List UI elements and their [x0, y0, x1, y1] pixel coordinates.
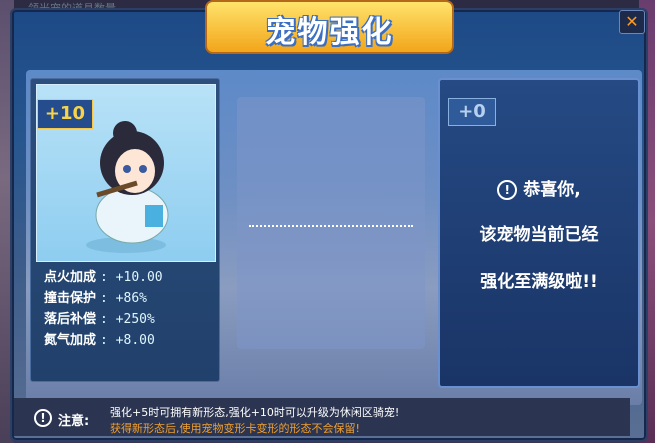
title-banner: 宠物强化 — [205, 0, 454, 54]
stat-row: 落后补偿: +250% — [44, 312, 155, 327]
stats-list: 点火加成: +10.00 撞击保护: +86% 落后补偿: +250% 氮气加成… — [44, 266, 163, 350]
pet-card-result: +0 ! 恭喜你, 该宠物当前已经 强化至满级啦!! — [438, 78, 640, 388]
notice-warning-text: 获得新形态后,使用宠物变形卡变形的形态不会保留! — [110, 422, 360, 435]
dialog-title: 宠物强化 — [265, 15, 394, 50]
max-level-message-line3: 强化至满级啦!! — [480, 272, 598, 292]
stat-row: 氮气加成: +8.00 — [44, 333, 155, 348]
notice-label: 注意: — [58, 414, 90, 429]
level-badge-current: +10 — [37, 99, 93, 129]
stat-row: 点火加成: +10.00 — [44, 270, 163, 285]
max-level-message-line2: 该宠物当前已经 — [479, 225, 599, 245]
stat-row: 撞击保护: +86% — [44, 291, 147, 306]
warning-icon: ! — [34, 409, 52, 427]
enhance-slot[interactable] — [237, 97, 425, 349]
info-icon: ! — [497, 180, 518, 200]
notice-text: 强化+5时可拥有新形态,强化+10时可以升级为休闲区骑宠! — [110, 406, 400, 419]
max-level-message-line1: ! 恭喜你, — [440, 175, 638, 200]
level-badge-result: +0 — [448, 98, 496, 126]
close-button[interactable]: ✕ — [619, 10, 645, 34]
slot-divider — [249, 225, 413, 227]
